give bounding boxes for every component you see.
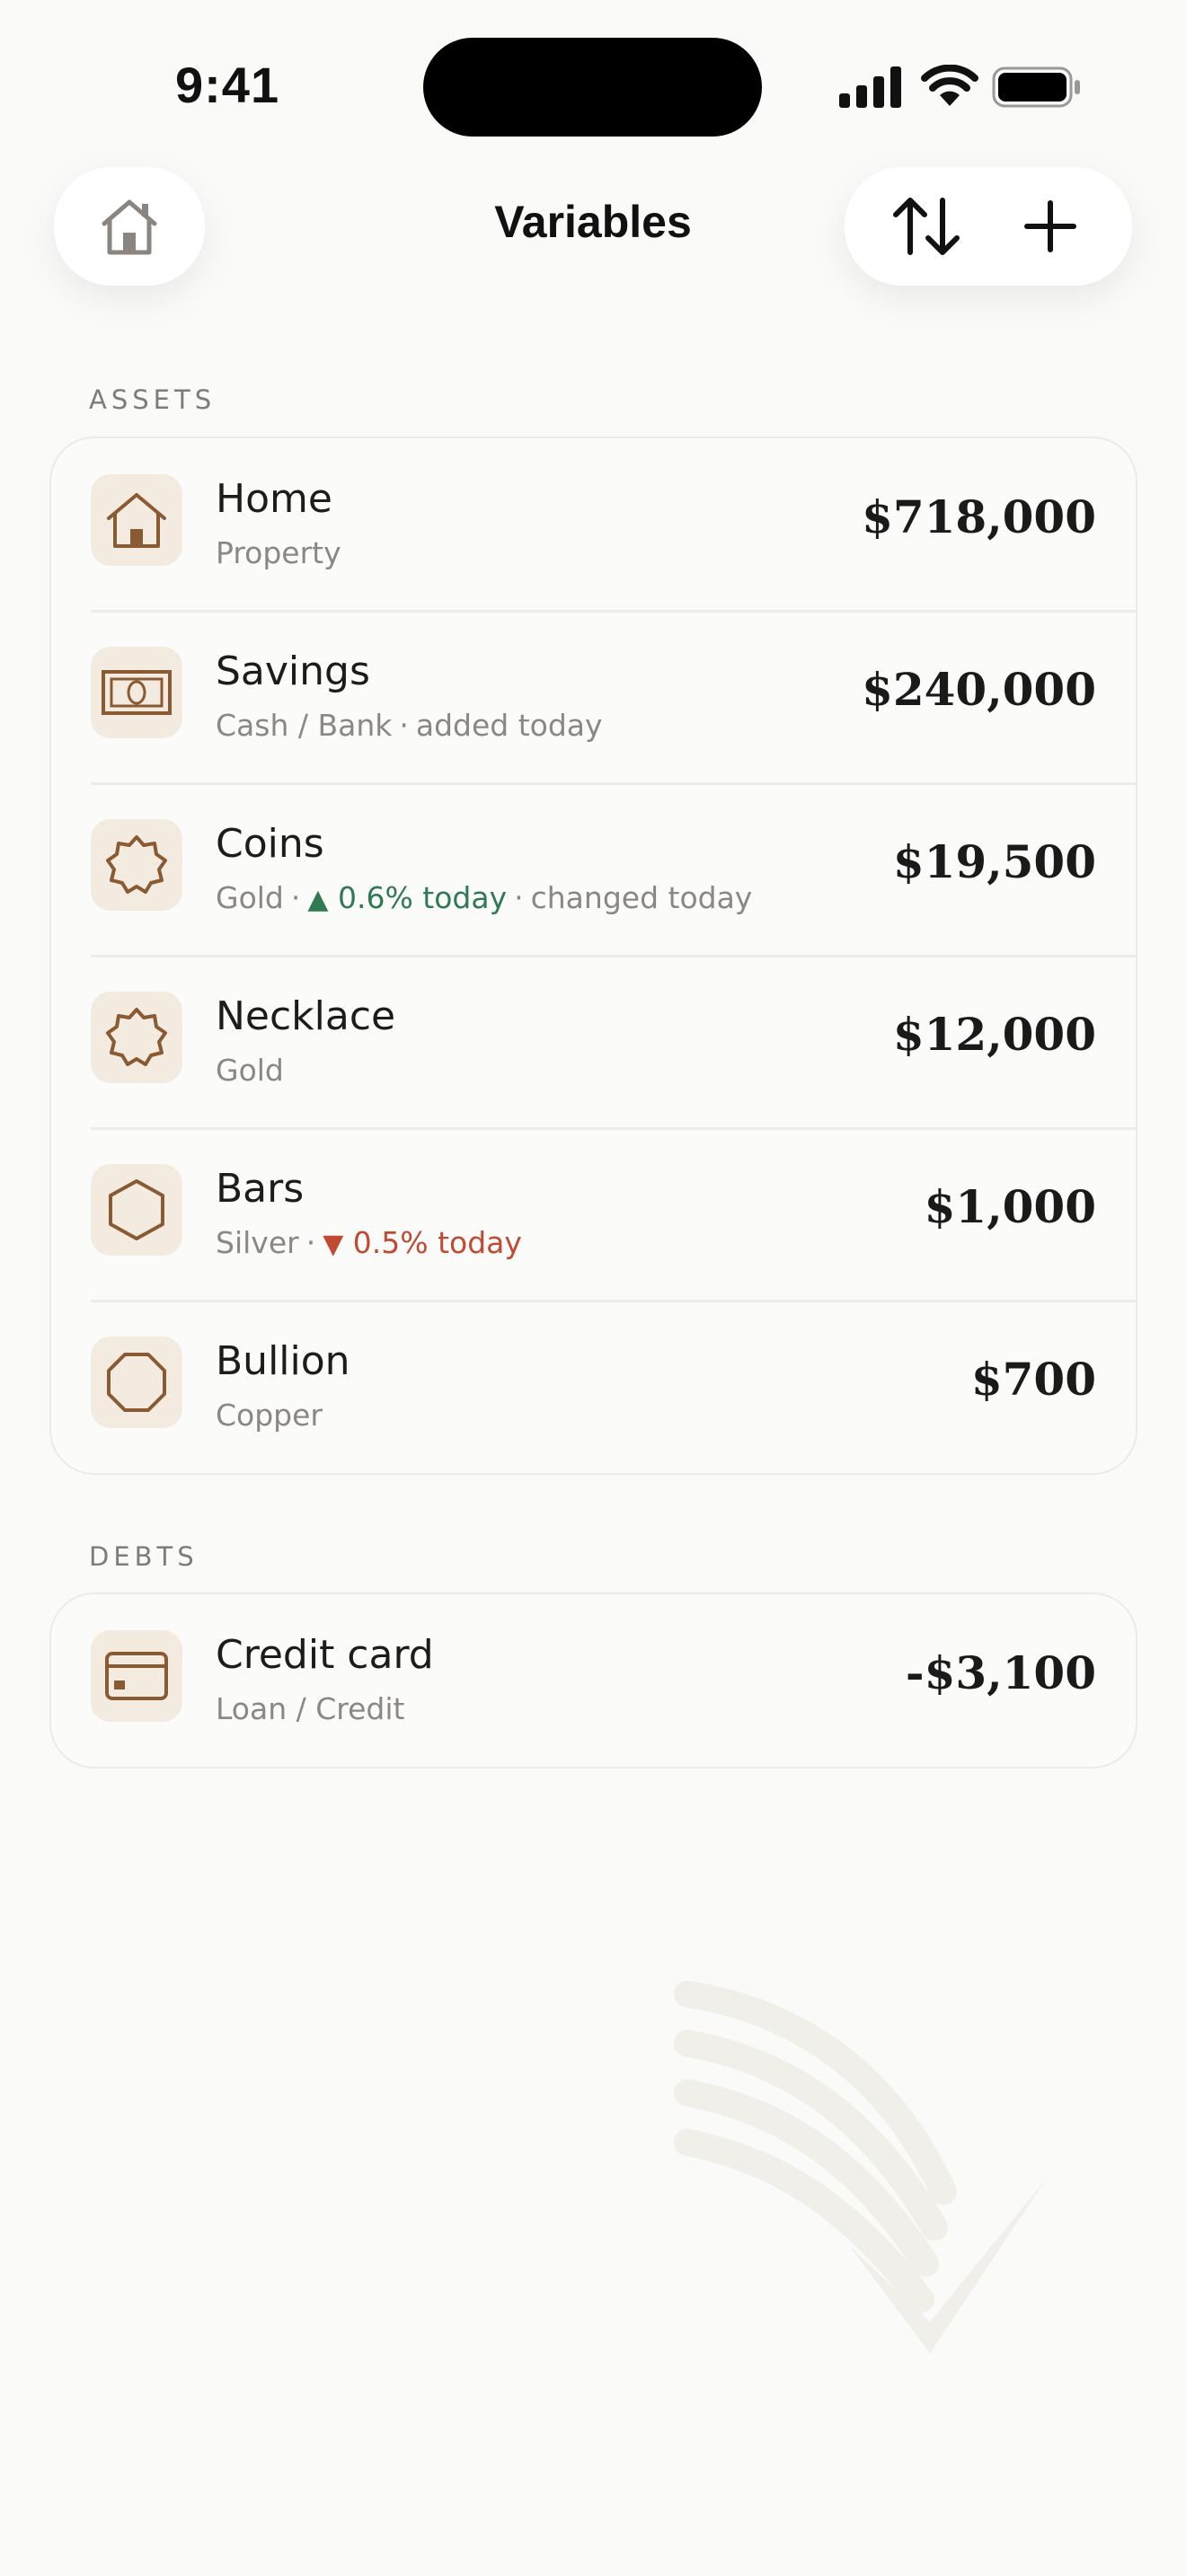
item-name: Coins <box>216 821 324 867</box>
item-value: $1,000 <box>924 1180 1096 1233</box>
item-category: Loan / Credit <box>216 1691 405 1726</box>
dynamic-island <box>423 38 762 137</box>
item-name: Bullion <box>216 1338 350 1384</box>
section-label-assets: ASSETS <box>89 384 217 415</box>
separator-dot: · <box>399 708 409 743</box>
item-name: Bars <box>216 1166 305 1212</box>
item-value: $718,000 <box>862 490 1096 543</box>
assets-card: Home Property $718,000 Savings Cash / Ba… <box>49 437 1137 1475</box>
watermark-logo-icon <box>674 1981 1047 2353</box>
separator-dot: · <box>290 880 301 915</box>
debt-tile <box>91 1630 182 1722</box>
triangle-down-icon: ▼ <box>323 1229 344 1260</box>
wifi-icon <box>921 65 978 106</box>
battery-icon <box>992 66 1080 108</box>
house-icon <box>107 493 166 548</box>
status-time: 9:41 <box>175 57 280 113</box>
item-value: -$3,100 <box>905 1646 1096 1699</box>
item-value: $19,500 <box>892 835 1096 888</box>
banknote-icon <box>102 670 172 715</box>
item-category: Silver <box>216 1225 299 1260</box>
item-subtitle: Silver · ▼ 0.5% today <box>216 1225 522 1260</box>
sort-arrows-icon <box>893 198 960 255</box>
asset-tile <box>91 474 182 566</box>
item-subtitle: Gold <box>216 1053 284 1088</box>
item-note: added today <box>415 708 603 743</box>
cellular-signal-icon <box>839 66 901 108</box>
item-category: Gold <box>216 1053 284 1088</box>
item-value: $12,000 <box>892 1008 1096 1061</box>
separator-dot: · <box>305 1225 316 1260</box>
item-category: Property <box>216 535 341 570</box>
sort-button[interactable] <box>877 177 976 276</box>
list-item[interactable]: Bars Silver · ▼ 0.5% today $1,000 <box>51 1127 1136 1301</box>
item-name: Savings <box>216 648 370 694</box>
debts-card: Credit card Loan / Credit -$3,100 <box>49 1592 1137 1769</box>
change-text: 0.6% today <box>337 880 508 915</box>
item-value: $700 <box>970 1353 1096 1406</box>
asset-tile <box>91 1164 182 1256</box>
octagon-icon <box>107 1353 166 1412</box>
status-bar: 9:41 <box>0 0 1186 137</box>
item-category: Copper <box>216 1398 323 1433</box>
item-note: changed today <box>530 880 753 915</box>
list-item[interactable]: Necklace Gold $12,000 <box>51 955 1136 1128</box>
add-button[interactable] <box>1001 177 1100 276</box>
list-item[interactable]: Home Property $718,000 <box>51 438 1136 611</box>
list-item[interactable]: Credit card Loan / Credit -$3,100 <box>51 1594 1136 1767</box>
list-item[interactable]: Coins Gold · ▲ 0.6% today · changed today $1… <box>51 782 1136 956</box>
asset-tile <box>91 819 182 911</box>
badge-icon <box>106 1008 167 1066</box>
asset-tile <box>91 1337 182 1428</box>
item-category: Gold <box>216 880 284 915</box>
price-change-up: ▲ 0.6% today <box>307 880 507 915</box>
separator-dot: · <box>514 880 524 915</box>
triangle-up-icon: ▲ <box>307 884 329 915</box>
hexagon-icon <box>109 1179 164 1240</box>
list-item[interactable]: Savings Cash / Bank · added today $240,000 <box>51 610 1136 783</box>
item-name: Credit card <box>216 1632 434 1678</box>
price-change-down: ▼ 0.5% today <box>323 1225 522 1260</box>
list-item[interactable]: Bullion Copper $700 <box>51 1300 1136 1473</box>
asset-tile <box>91 647 182 738</box>
item-name: Necklace <box>216 993 396 1039</box>
item-subtitle: Loan / Credit <box>216 1691 404 1726</box>
item-category: Cash / Bank <box>216 708 393 743</box>
item-value: $240,000 <box>862 663 1096 716</box>
header-actions <box>845 167 1132 286</box>
item-subtitle: Copper <box>216 1398 323 1433</box>
item-name: Home <box>216 476 332 522</box>
item-subtitle: Gold · ▲ 0.6% today · changed today <box>216 880 752 915</box>
credit-card-icon <box>105 1652 168 1700</box>
badge-icon <box>106 835 167 894</box>
change-text: 0.5% today <box>352 1225 522 1260</box>
plus-icon <box>1024 200 1076 252</box>
item-subtitle: Property <box>216 535 341 570</box>
section-label-debts: DEBTS <box>89 1541 199 1572</box>
item-subtitle: Cash / Bank · added today <box>216 708 603 743</box>
asset-tile <box>91 992 182 1083</box>
